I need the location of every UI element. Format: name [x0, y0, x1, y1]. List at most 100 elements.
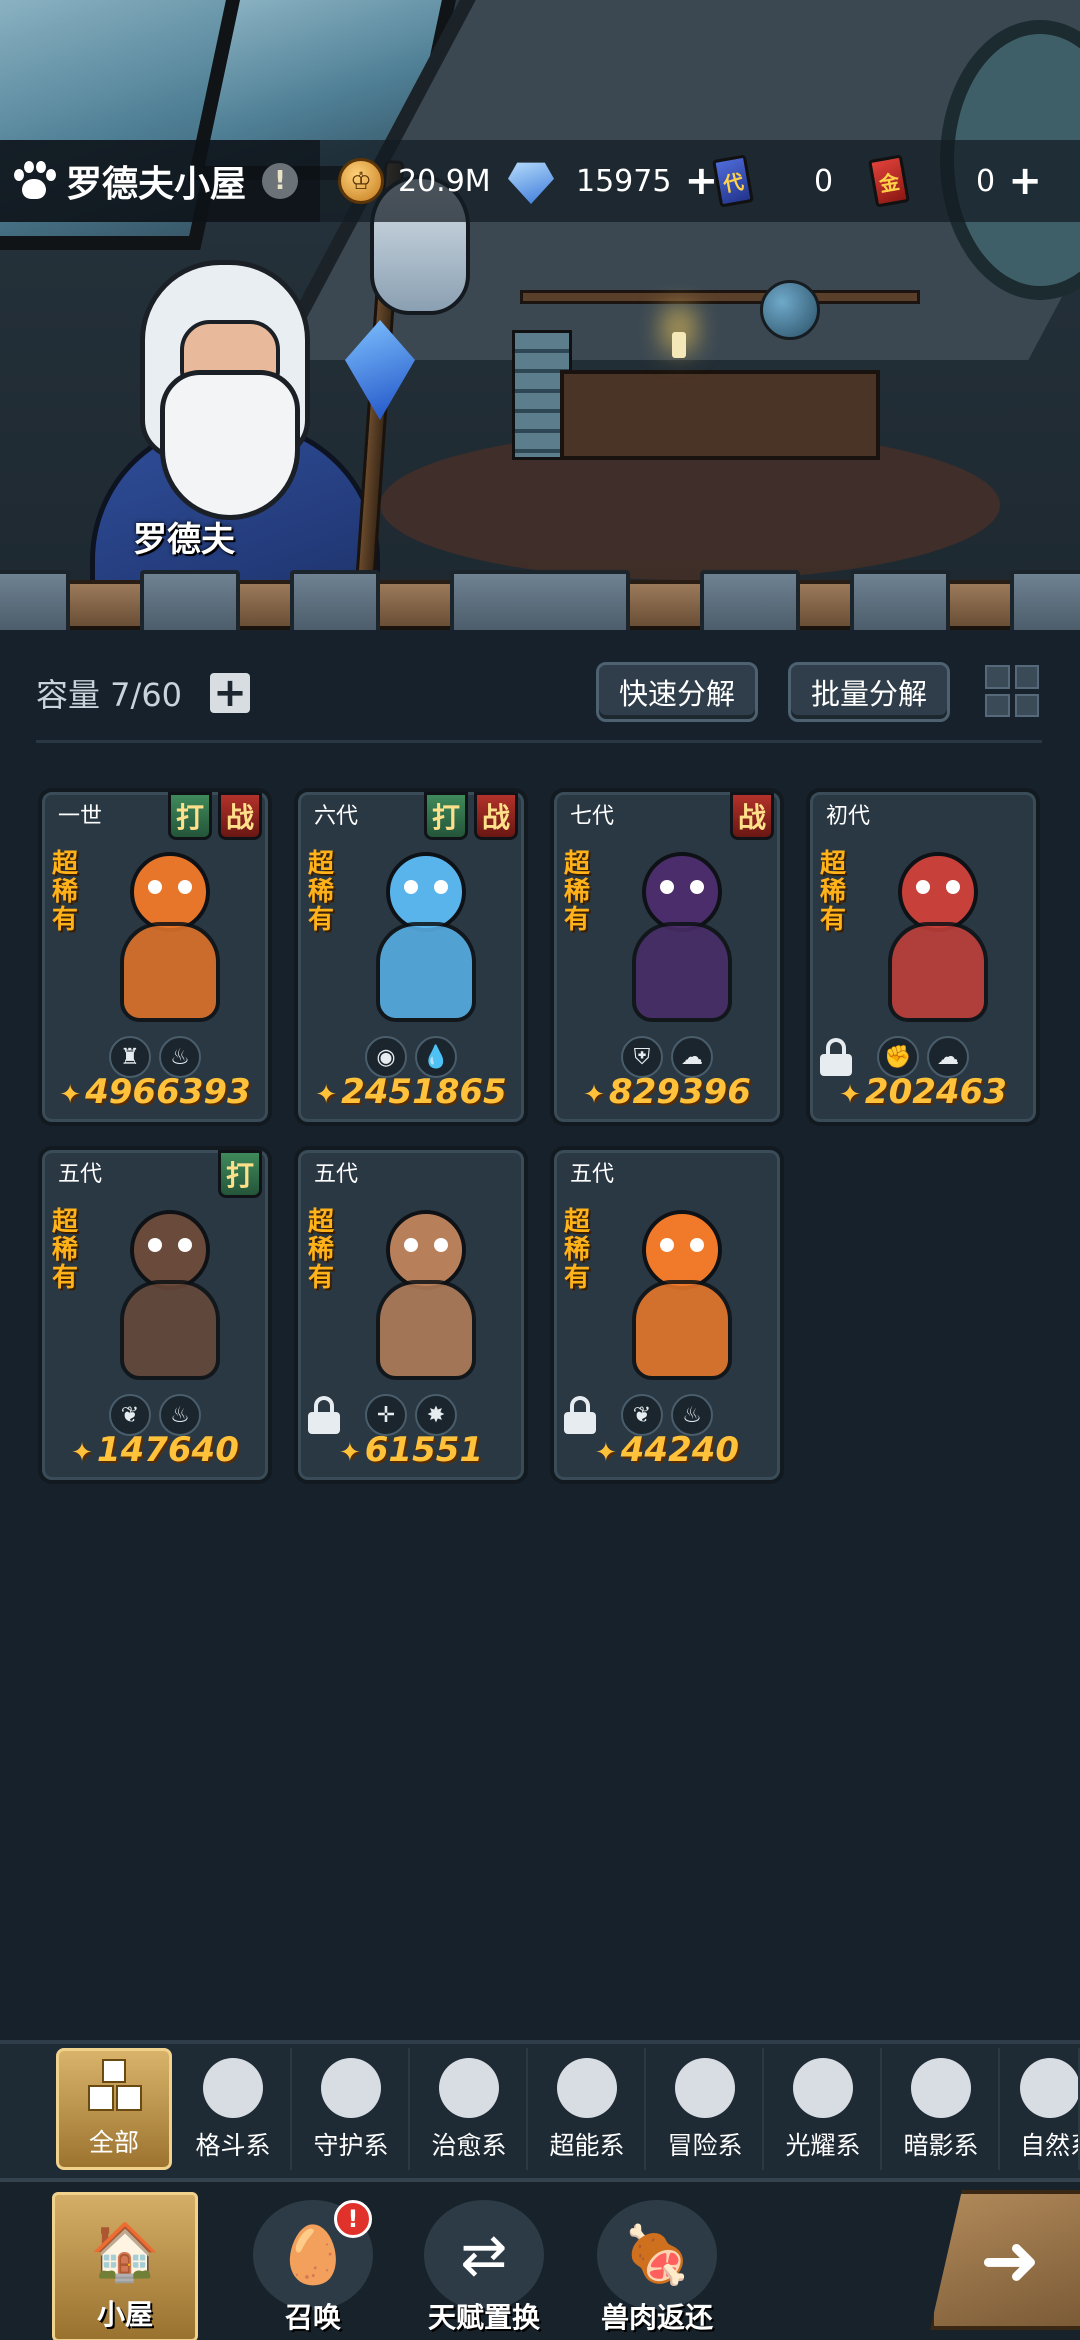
alien-icon	[557, 2058, 617, 2118]
house-title: 罗德夫小屋 !	[0, 140, 320, 222]
power-value: 829396	[608, 1072, 751, 1112]
pet-power: ✦ 61551	[298, 1430, 524, 1474]
nav-house[interactable]: 🏠 小屋	[52, 2192, 198, 2340]
nav-label: 召唤	[284, 2301, 341, 2334]
batch-decompose-button[interactable]: 批量分解	[788, 662, 951, 722]
house-title-text: 罗德夫小屋	[66, 164, 247, 205]
power-value: 2451865	[341, 1072, 507, 1112]
category-label: 光耀系	[785, 2131, 861, 2160]
rarity-label: 超稀有	[564, 1207, 591, 1293]
gold-card-balance: 金 0 +	[868, 140, 1045, 222]
capacity-label: 容量 7/60	[36, 676, 183, 714]
wizard-beard	[160, 370, 300, 520]
pet-portrait	[90, 1190, 250, 1390]
category-light[interactable]: 光耀系	[766, 2048, 882, 2170]
top-bar: 罗德夫小屋 ! ♔ 20.9M 15975 + 代 0 金 0 +	[0, 140, 1080, 222]
pet-card[interactable]: 初代 超稀有 ✊ ☁ ✦ 202463	[806, 788, 1040, 1126]
pet-portrait	[346, 832, 506, 1032]
beam-block	[450, 570, 630, 630]
nav-label: 兽肉返还	[600, 2301, 713, 2334]
pet-generation: 七代	[570, 804, 615, 829]
pet-portrait	[346, 1190, 506, 1390]
pet-card[interactable]: 五代打超稀有 ❦ ♨ ✦ 147640	[38, 1146, 272, 1484]
expand-capacity-button[interactable]: +	[210, 673, 251, 713]
crystal-balance: 15975 +	[508, 140, 721, 222]
nav-summon[interactable]: 🥚 召唤 !	[238, 2192, 388, 2340]
power-value: 147640	[96, 1430, 239, 1470]
generation-card-value: 0	[814, 163, 834, 199]
power-icon: ✦	[71, 1438, 93, 1468]
pet-card[interactable]: 一世打战超稀有 ♜ ♨ ✦ 4966393	[38, 788, 272, 1126]
capacity-row: 容量 7/60 +	[36, 670, 251, 716]
pet-generation: 六代	[314, 804, 359, 829]
power-icon: ✦	[839, 1080, 861, 1110]
power-value: 44240	[620, 1430, 740, 1470]
category-label: 守护系	[313, 2131, 389, 2160]
category-healing[interactable]: 治愈系	[412, 2048, 528, 2170]
shelf	[520, 290, 920, 304]
pet-power: ✦ 147640	[42, 1430, 268, 1474]
category-label: 超能系	[549, 2131, 625, 2160]
pet-generation: 初代	[826, 804, 871, 829]
category-guard[interactable]: 守护系	[294, 2048, 410, 2170]
lantern-icon	[675, 2058, 735, 2118]
beam-block	[850, 570, 950, 630]
shadow-icon	[911, 2058, 971, 2118]
house-icon: 🏠	[90, 2220, 160, 2285]
nav-meat-return[interactable]: 🍖 兽肉返还	[572, 2192, 742, 2340]
crystal-icon	[508, 162, 554, 204]
alert-badge: !	[334, 2200, 372, 2238]
category-all[interactable]: 全部	[56, 2048, 172, 2170]
pet-card[interactable]: 五代 超稀有 ❦ ♨ ✦ 44240	[550, 1146, 784, 1484]
all-icon	[84, 2055, 144, 2115]
wooden-beam	[0, 570, 1080, 630]
house-scene: 罗德夫	[0, 0, 1080, 630]
power-value: 202463	[864, 1072, 1007, 1112]
category-label: 冒险系	[667, 2131, 743, 2160]
quick-decompose-button[interactable]: 快速分解	[596, 662, 759, 722]
beam-block	[290, 570, 380, 630]
rarity-label: 超稀有	[308, 849, 335, 935]
star-icon	[793, 2058, 853, 2118]
category-label: 格斗系	[195, 2131, 271, 2160]
beam-block	[1010, 570, 1080, 630]
grid-view-toggle[interactable]	[982, 662, 1042, 720]
rarity-label: 超稀有	[308, 1207, 335, 1293]
pet-power: ✦ 202463	[810, 1072, 1036, 1116]
leaf-icon	[1020, 2058, 1078, 2118]
add-gold-card-button[interactable]: +	[1005, 158, 1045, 204]
card-icon: 金	[868, 154, 910, 208]
sprout-icon	[439, 2058, 499, 2118]
category-shadow[interactable]: 暗影系	[884, 2048, 1000, 2170]
pet-house-screen: 罗德夫 罗德夫小屋 ! ♔ 20.9M 15975 + 代 0 金 0 + 容量…	[0, 0, 1080, 2340]
pet-card[interactable]: 七代战超稀有 ⛨ ☁ ✦ 829396	[550, 788, 784, 1126]
bottom-nav: 🏠 小屋 🥚 召唤 ! ⇄ 天赋置换 🍖 兽肉返还	[0, 2178, 1080, 2340]
gold-card-value: 0	[976, 163, 996, 199]
category-adventure[interactable]: 冒险系	[648, 2048, 764, 2170]
info-icon[interactable]: !	[262, 163, 299, 199]
pet-card[interactable]: 五代 超稀有 ✛ ✸ ✦ 61551	[294, 1146, 528, 1484]
pet-portrait	[602, 1190, 762, 1390]
category-nature[interactable]: 自然系	[1002, 2048, 1080, 2170]
nav-label: 天赋置换	[427, 2301, 540, 2334]
rarity-label: 超稀有	[52, 1207, 79, 1293]
coin-icon: ♔	[338, 158, 384, 204]
rarity-label: 超稀有	[820, 849, 847, 935]
coin-value: 20.9M	[398, 163, 491, 199]
shield-icon	[321, 2058, 381, 2118]
category-psychic[interactable]: 超能系	[530, 2048, 646, 2170]
pet-portrait	[90, 832, 250, 1032]
fist-icon	[203, 2058, 263, 2118]
globe	[760, 280, 820, 340]
nav-talent-swap[interactable]: ⇄ 天赋置换	[399, 2192, 569, 2340]
wizard-npc[interactable]	[90, 260, 380, 630]
pet-card[interactable]: 六代打战超稀有 ◉ 💧 ✦ 2451865	[294, 788, 528, 1126]
category-fighting[interactable]: 格斗系	[176, 2048, 292, 2170]
rarity-label: 超稀有	[564, 849, 591, 935]
paw-icon	[12, 159, 56, 203]
rarity-label: 超稀有	[52, 849, 79, 935]
pet-power: ✦ 2451865	[298, 1072, 524, 1116]
npc-name: 罗德夫	[133, 520, 235, 560]
power-value: 4966393	[85, 1072, 251, 1112]
nav-label: 小屋	[96, 2298, 153, 2331]
